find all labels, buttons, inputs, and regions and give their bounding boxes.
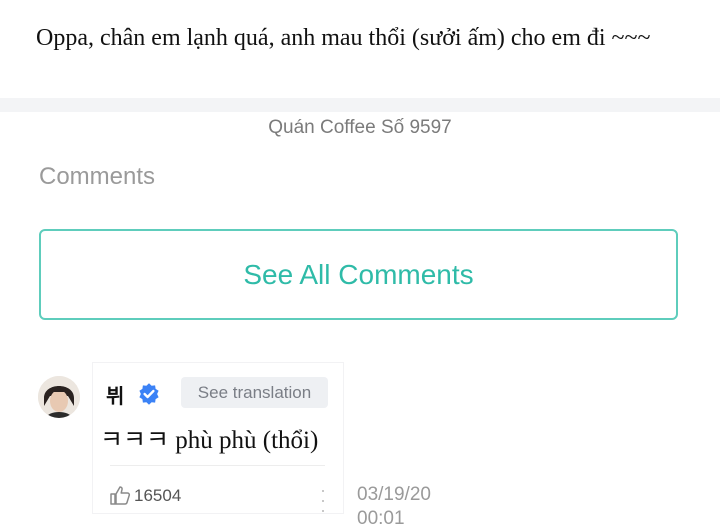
post-text: Oppa, chân em lạnh quá, anh mau thổi (sư… [36, 25, 651, 51]
comment-author[interactable]: 뷔 [106, 380, 124, 409]
see-translation-button[interactable]: See translation [181, 377, 328, 408]
comment-body: ㅋㅋㅋ phù phù (thổi) [100, 427, 319, 454]
see-all-comments-button[interactable]: See All Comments [39, 229, 678, 320]
comments-heading: Comments [39, 163, 156, 190]
avatar[interactable] [38, 376, 80, 418]
more-options-icon[interactable]: · · · [316, 481, 330, 519]
section-divider [0, 98, 720, 112]
comment-date: 03/19/20 [357, 484, 431, 505]
comment-divider [110, 465, 325, 466]
comment-time: 00:01 [357, 508, 405, 529]
post-location[interactable]: Quán Coffee Số 9597 [0, 117, 720, 139]
like-icon[interactable] [109, 485, 131, 505]
avatar-image [38, 376, 80, 418]
comment-timestamp: 03/19/20 00:01 [357, 483, 447, 531]
like-count: 16504 [134, 486, 182, 505]
verified-badge-icon [138, 383, 160, 405]
